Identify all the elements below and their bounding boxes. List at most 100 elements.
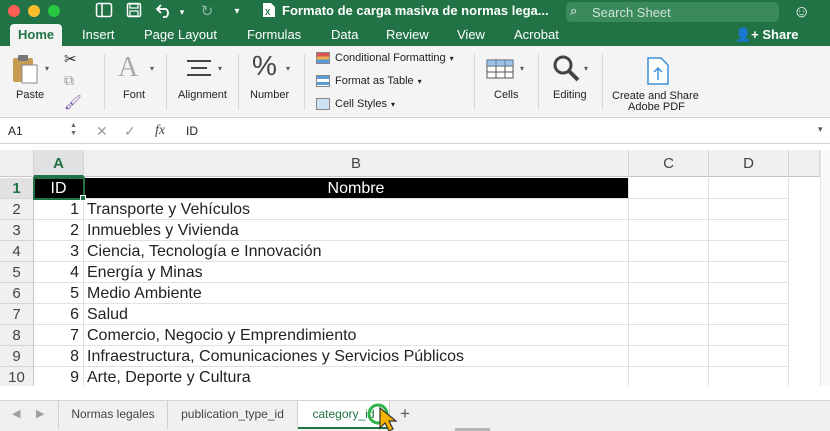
cell-a9[interactable]: 8: [34, 346, 84, 367]
cell-d10[interactable]: [709, 367, 789, 386]
cell-c10[interactable]: [629, 367, 709, 386]
cell-d4[interactable]: [709, 241, 789, 262]
cell-c7[interactable]: [629, 304, 709, 325]
cell-b10[interactable]: Arte, Deporte y Cultura: [84, 367, 629, 386]
cell-d9[interactable]: [709, 346, 789, 367]
row-header-7[interactable]: 7: [0, 304, 34, 325]
cell-b2[interactable]: Transporte y Vehículos: [84, 199, 629, 220]
column-header-c[interactable]: C: [629, 150, 709, 177]
sheet-tab-publication-type-id[interactable]: publication_type_id: [168, 401, 298, 429]
minimize-window-button[interactable]: [28, 5, 40, 17]
tab-acrobat[interactable]: Acrobat: [506, 24, 567, 46]
cell-b9[interactable]: Infraestructura, Comunicaciones y Servic…: [84, 346, 629, 367]
row-header-2[interactable]: 2: [0, 199, 34, 220]
cell-a8[interactable]: 7: [34, 325, 84, 346]
formula-input[interactable]: ID: [186, 121, 198, 141]
cell-c9[interactable]: [629, 346, 709, 367]
cell-c5[interactable]: [629, 262, 709, 283]
paste-button[interactable]: Paste: [6, 46, 56, 118]
paste-dropdown-icon[interactable]: ▾: [45, 64, 49, 73]
search-sheet-box[interactable]: ⌕: [566, 2, 779, 22]
row-header-3[interactable]: 3: [0, 220, 34, 241]
cells-button[interactable]: ▾ Cells: [482, 46, 530, 118]
row-header-4[interactable]: 4: [0, 241, 34, 262]
editing-button[interactable]: ▾ Editing: [546, 46, 598, 118]
cancel-formula-icon[interactable]: ✕: [96, 121, 108, 141]
cell-d8[interactable]: [709, 325, 789, 346]
cell-a7[interactable]: 6: [34, 304, 84, 325]
cut-icon[interactable]: ✂: [64, 50, 77, 68]
cell-a3[interactable]: 2: [34, 220, 84, 241]
tab-view[interactable]: View: [449, 24, 493, 46]
cell-a2[interactable]: 1: [34, 199, 84, 220]
tab-data[interactable]: Data: [323, 24, 366, 46]
column-header-d[interactable]: D: [709, 150, 789, 177]
cell-b8[interactable]: Comercio, Negocio y Emprendimiento: [84, 325, 629, 346]
tab-review[interactable]: Review: [378, 24, 437, 46]
cell-d1[interactable]: [709, 178, 789, 199]
cell-d7[interactable]: [709, 304, 789, 325]
sheet-tab-normas-legales[interactable]: Normas legales: [58, 401, 168, 429]
zoom-window-button[interactable]: [48, 5, 60, 17]
cell-c4[interactable]: [629, 241, 709, 262]
share-button[interactable]: 👤+ Share: [735, 24, 799, 46]
row-header-10[interactable]: 10: [0, 367, 34, 386]
tab-home[interactable]: Home: [10, 24, 63, 46]
cell-b1[interactable]: Nombre: [84, 178, 629, 199]
tab-page-layout[interactable]: Page Layout: [136, 24, 225, 46]
column-header-b[interactable]: B: [84, 150, 629, 177]
cell-b4[interactable]: Ciencia, Tecnología e Innovación: [84, 241, 629, 262]
expand-formula-bar-icon[interactable]: ▾: [818, 124, 823, 135]
name-box-stepper-icon[interactable]: ▲ ▼: [70, 122, 77, 138]
cell-a4[interactable]: 3: [34, 241, 84, 262]
cell-c1[interactable]: [629, 178, 709, 199]
search-input[interactable]: [592, 4, 772, 20]
copy-icon[interactable]: ⧉: [64, 72, 74, 89]
tab-insert[interactable]: Insert: [74, 24, 123, 46]
insert-function-button[interactable]: fx: [155, 121, 165, 141]
cell-d3[interactable]: [709, 220, 789, 241]
previous-sheet-icon[interactable]: ◀: [12, 407, 20, 420]
font-button[interactable]: A ▾ Font: [112, 46, 162, 118]
cell-d6[interactable]: [709, 283, 789, 304]
format-painter-icon[interactable]: 🖌: [64, 94, 82, 111]
column-header-a[interactable]: A: [34, 150, 84, 177]
column-header-e[interactable]: [789, 150, 820, 177]
cell-styles-button[interactable]: Cell Styles ▾: [316, 98, 395, 111]
redo-icon[interactable]: ↻: [198, 2, 216, 22]
worksheet-grid[interactable]: A B C D 1 2 3 4 5 6 7 8 9 10 ID Nombre 1…: [0, 150, 820, 386]
conditional-formatting-button[interactable]: Conditional Formatting ▾: [316, 52, 454, 65]
next-sheet-icon[interactable]: ▶: [36, 407, 44, 420]
alignment-button[interactable]: ▾ Alignment: [172, 46, 236, 118]
save-icon[interactable]: [124, 2, 144, 22]
row-header-5[interactable]: 5: [0, 262, 34, 283]
row-header-6[interactable]: 6: [0, 283, 34, 304]
add-sheet-button[interactable]: +: [400, 404, 410, 424]
cell-a5[interactable]: 4: [34, 262, 84, 283]
cell-b7[interactable]: Salud: [84, 304, 629, 325]
cell-c2[interactable]: [629, 199, 709, 220]
cell-d5[interactable]: [709, 262, 789, 283]
row-header-8[interactable]: 8: [0, 325, 34, 346]
cell-d2[interactable]: [709, 199, 789, 220]
format-as-table-button[interactable]: Format as Table ▾: [316, 75, 422, 88]
create-share-adobe-pdf-button[interactable]: Create and Share Adobe PDF: [608, 46, 704, 118]
row-header-1[interactable]: 1: [0, 178, 34, 199]
row-header-9[interactable]: 9: [0, 346, 34, 367]
vertical-scrollbar[interactable]: [820, 150, 830, 386]
accept-formula-icon[interactable]: ✓: [124, 121, 136, 141]
cell-b3[interactable]: Inmuebles y Vivienda: [84, 220, 629, 241]
feedback-smiley-icon[interactable]: ☺: [793, 2, 810, 22]
select-all-corner[interactable]: [0, 150, 34, 177]
cell-a6[interactable]: 5: [34, 283, 84, 304]
undo-dropdown-icon[interactable]: ▾: [177, 2, 187, 22]
close-window-button[interactable]: [8, 5, 20, 17]
cell-c3[interactable]: [629, 220, 709, 241]
fill-handle[interactable]: [80, 195, 86, 201]
cell-c6[interactable]: [629, 283, 709, 304]
cell-c8[interactable]: [629, 325, 709, 346]
cell-b6[interactable]: Medio Ambiente: [84, 283, 629, 304]
sidebar-icon[interactable]: [94, 2, 114, 22]
customize-toolbar-icon[interactable]: ▾: [230, 2, 244, 22]
number-button[interactable]: % ▾ Number: [246, 46, 300, 118]
